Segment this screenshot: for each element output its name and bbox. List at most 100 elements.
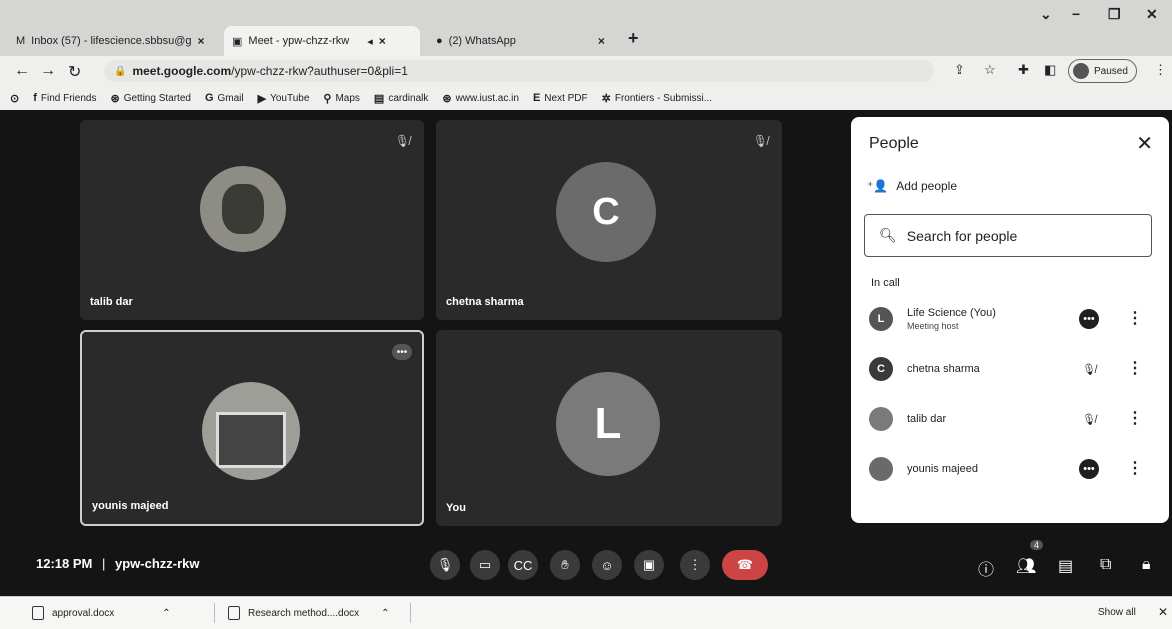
mic-toggle-button[interactable]: 🎙︎: [430, 550, 460, 580]
tab-inbox[interactable]: M Inbox (57) - lifescience.sbbsu@g ×: [8, 26, 220, 56]
participant-name: younis majeed: [907, 463, 978, 475]
add-people-button[interactable]: ⁺👤 Add people: [867, 179, 957, 193]
close-tab-icon[interactable]: ×: [379, 34, 386, 48]
video-tile-younis-majeed[interactable]: ••• younis majeed: [80, 330, 424, 526]
forward-button[interactable]: →: [40, 62, 56, 80]
speaker-icon[interactable]: ◂: [367, 35, 373, 48]
lock-icon: 🔒: [114, 65, 127, 77]
browser-tab-bar: M Inbox (57) - lifescience.sbbsu@g × ▣ M…: [0, 0, 1172, 56]
audio-active-icon: •••: [1079, 309, 1099, 329]
frontiers-icon: ✲: [601, 92, 611, 105]
raise-hand-button[interactable]: ✋︎: [550, 550, 580, 580]
document-icon: E: [532, 92, 541, 104]
download-item[interactable]: approval.docx ⌃: [32, 606, 171, 620]
more-options-icon[interactable]: ⋮: [1127, 308, 1143, 328]
participant-row[interactable]: younis majeed ••• ⋮: [869, 453, 1159, 489]
participant-row[interactable]: L Life Science (You) Meeting host ••• ⋮: [869, 303, 1159, 339]
participant-avatar: [869, 407, 893, 431]
present-screen-button[interactable]: ▣: [634, 550, 664, 580]
maximize-button[interactable]: ❐: [1108, 6, 1121, 23]
more-options-button[interactable]: ⋮: [680, 550, 710, 580]
tab-whatsapp[interactable]: ● (2) WhatsApp ×: [428, 26, 624, 56]
participant-row[interactable]: talib dar 🎙︎̸ ⋮: [869, 403, 1159, 439]
more-options-icon[interactable]: ⋮: [1127, 408, 1143, 428]
search-placeholder: Search for people: [906, 227, 1018, 244]
chevron-up-icon[interactable]: ⌃: [381, 608, 389, 619]
download-item[interactable]: Research method....docx ⌃: [228, 606, 390, 620]
video-tile-self[interactable]: L You: [436, 330, 782, 526]
meeting-time: 12:18 PM: [36, 556, 93, 571]
participant-name: chetna sharma: [907, 363, 980, 375]
profile-status: Paused: [1094, 65, 1128, 77]
youtube-icon: ▶: [257, 92, 267, 105]
chat-icon[interactable]: ▤: [1058, 556, 1073, 576]
show-all-downloads-button[interactable]: Show all: [1098, 607, 1136, 618]
close-shelf-icon[interactable]: ✕: [1158, 605, 1168, 619]
bookmark-next-pdf[interactable]: E Next PDF: [533, 92, 588, 104]
map-pin-icon: ⚲: [323, 92, 332, 105]
chevron-up-icon[interactable]: ⌃: [162, 608, 170, 619]
mic-off-icon[interactable]: 🎙︎̸: [1079, 409, 1099, 429]
host-controls-icon[interactable]: 🔒︎: [1142, 556, 1151, 574]
browser-toolbar: ← → ↻ 🔒 meet.google.com/ypw-chzz-rkw?aut…: [0, 56, 1172, 86]
profile-avatar: [1073, 63, 1089, 79]
close-tab-icon[interactable]: ×: [598, 34, 605, 48]
end-call-button[interactable]: ☎: [722, 550, 768, 580]
people-icon[interactable]: 👥︎: [1016, 556, 1036, 576]
meeting-info: 12:18 PM | ypw-chzz-rkw: [36, 556, 200, 571]
tab-meet[interactable]: ▣ Meet - ypw-chzz-rkw ◂ ×: [224, 26, 420, 56]
bookmark-find-friends[interactable]: f Find Friends: [33, 92, 96, 104]
camera-toggle-button[interactable]: ▭: [470, 550, 500, 580]
bookmark-cardinalk[interactable]: ▤ cardinalk: [374, 92, 428, 105]
profile-button[interactable]: Paused: [1068, 59, 1137, 83]
close-tab-icon[interactable]: ×: [198, 34, 205, 48]
bookmark-star-icon[interactable]: ☆: [984, 62, 996, 78]
tab-search-icon[interactable]: ⌄: [1040, 6, 1052, 23]
bookmark-maps[interactable]: ⚲ Maps: [323, 92, 360, 105]
bookmark-getting-started[interactable]: ⊛ Getting Started: [110, 92, 190, 105]
search-icon: 🔍︎: [879, 227, 897, 243]
more-options-icon[interactable]: ⋮: [1127, 458, 1143, 478]
google-icon: G: [204, 92, 214, 104]
back-button[interactable]: ←: [14, 62, 30, 80]
tab-title: (2) WhatsApp: [448, 35, 516, 47]
activities-icon[interactable]: ⧉: [1100, 556, 1111, 574]
extensions-icon[interactable]: ✚: [1018, 62, 1029, 78]
page-icon: ▤: [373, 92, 385, 105]
new-tab-button[interactable]: +: [628, 28, 639, 49]
participant-avatar-photo: [200, 166, 286, 252]
share-icon[interactable]: ⇪: [954, 62, 965, 78]
tab-title: Meet - ypw-chzz-rkw: [248, 35, 350, 47]
reload-button[interactable]: ↻: [68, 62, 81, 82]
in-call-section-label: In call: [871, 277, 900, 289]
address-bar[interactable]: 🔒 meet.google.com/ypw-chzz-rkw?authuser=…: [104, 60, 934, 82]
search-people-input[interactable]: 🔍︎ Search for people: [864, 214, 1152, 257]
video-tile-chetna-sharma[interactable]: C 🎙︎̸ chetna sharma: [436, 120, 782, 320]
close-window-button[interactable]: ✕: [1146, 6, 1158, 23]
captions-button[interactable]: CC: [508, 550, 538, 580]
participant-avatar: C: [869, 357, 893, 381]
bookmark-frontiers[interactable]: ✲ Frontiers - Submissi...: [602, 92, 712, 105]
apps-icon[interactable]: ⊙: [10, 92, 19, 105]
close-panel-button[interactable]: ✕: [1136, 131, 1153, 156]
participant-name: younis majeed: [92, 500, 169, 512]
bookmark-youtube[interactable]: ▶ YouTube: [258, 92, 310, 105]
minimize-button[interactable]: −: [1072, 6, 1080, 22]
meeting-details-icon[interactable]: ⓘ: [978, 556, 994, 580]
video-tile-talib-dar[interactable]: 🎙︎̸ talib dar: [80, 120, 424, 320]
speaking-indicator-icon: •••: [392, 344, 412, 360]
emoji-reaction-button[interactable]: ☺: [592, 550, 622, 580]
participant-row[interactable]: C chetna sharma 🎙︎̸ ⋮: [869, 353, 1159, 389]
download-filename: Research method....docx: [248, 607, 360, 619]
browser-menu-icon[interactable]: ⋮: [1154, 62, 1167, 78]
mic-off-icon[interactable]: 🎙︎̸: [1079, 359, 1099, 379]
sidepanel-icon[interactable]: ◧: [1044, 62, 1056, 78]
participant-avatar-letter: C: [556, 162, 656, 262]
meet-icon: ▣: [232, 35, 243, 48]
shelf-divider: [214, 603, 215, 623]
bookmark-iust[interactable]: ⊛ www.iust.ac.in: [442, 92, 519, 105]
participant-name: You: [446, 502, 466, 514]
bookmark-gmail[interactable]: G Gmail: [205, 92, 244, 104]
more-options-icon[interactable]: ⋮: [1127, 358, 1143, 378]
globe-icon: ⊛: [442, 92, 452, 105]
